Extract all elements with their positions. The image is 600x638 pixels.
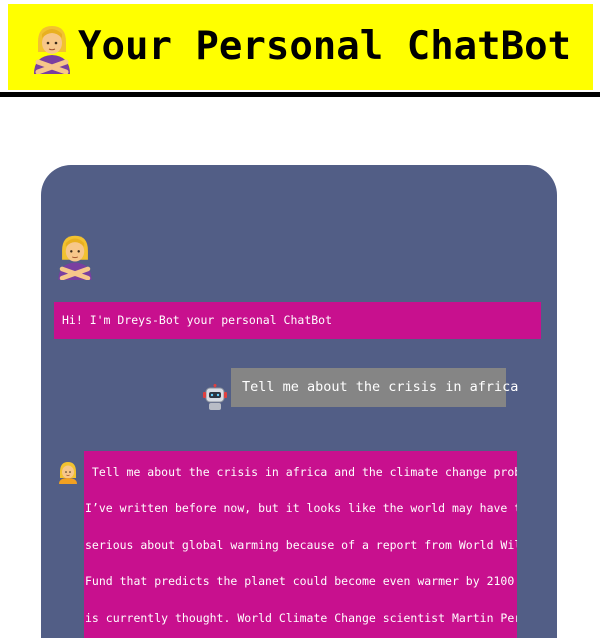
page-title: Your Personal ChatBot xyxy=(78,24,572,69)
app-header: Your Personal ChatBot xyxy=(8,4,593,90)
user-message: Tell me about the crisis in africa xyxy=(231,368,518,407)
robot-icon xyxy=(203,384,227,410)
bot-greeting-message: Hi! I'm Dreys-Bot your personal ChatBot xyxy=(54,302,541,339)
reply-line: is currently thought. World Climate Chan… xyxy=(85,611,517,625)
reply-line: serious about global warming because of … xyxy=(85,538,517,552)
reply-line: Tell me about the crisis in africa and t… xyxy=(85,465,517,479)
person-gesturing-no-icon xyxy=(34,26,70,74)
person-blond-hair-icon xyxy=(59,462,77,484)
reply-line: Fund that predicts the planet could beco… xyxy=(85,574,517,588)
bot-reply-message: Tell me about the crisis in africa and t… xyxy=(84,451,517,638)
person-gesturing-no-icon xyxy=(58,235,92,280)
header-divider xyxy=(0,92,600,97)
reply-line: I’ve written before now, but it looks li… xyxy=(85,501,517,515)
